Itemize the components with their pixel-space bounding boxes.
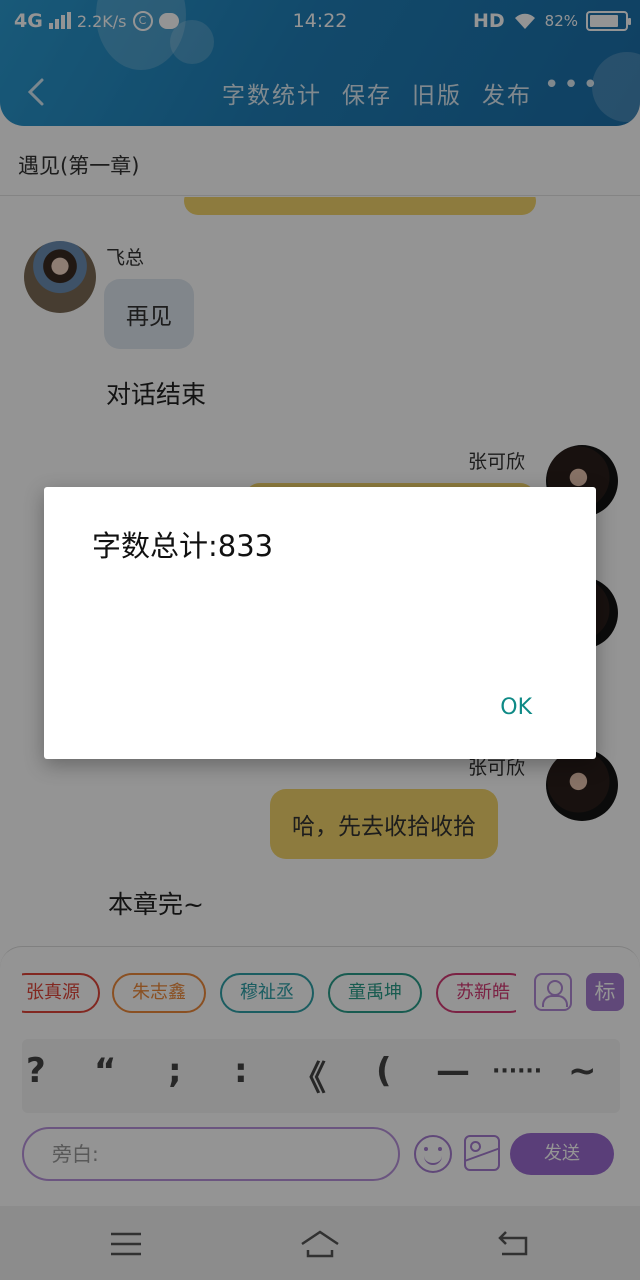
word-count-dialog: 字数总计:833 OK: [44, 487, 596, 759]
dialog-message: 字数总计:833: [92, 529, 274, 563]
dialog-ok-button[interactable]: OK: [500, 695, 532, 720]
